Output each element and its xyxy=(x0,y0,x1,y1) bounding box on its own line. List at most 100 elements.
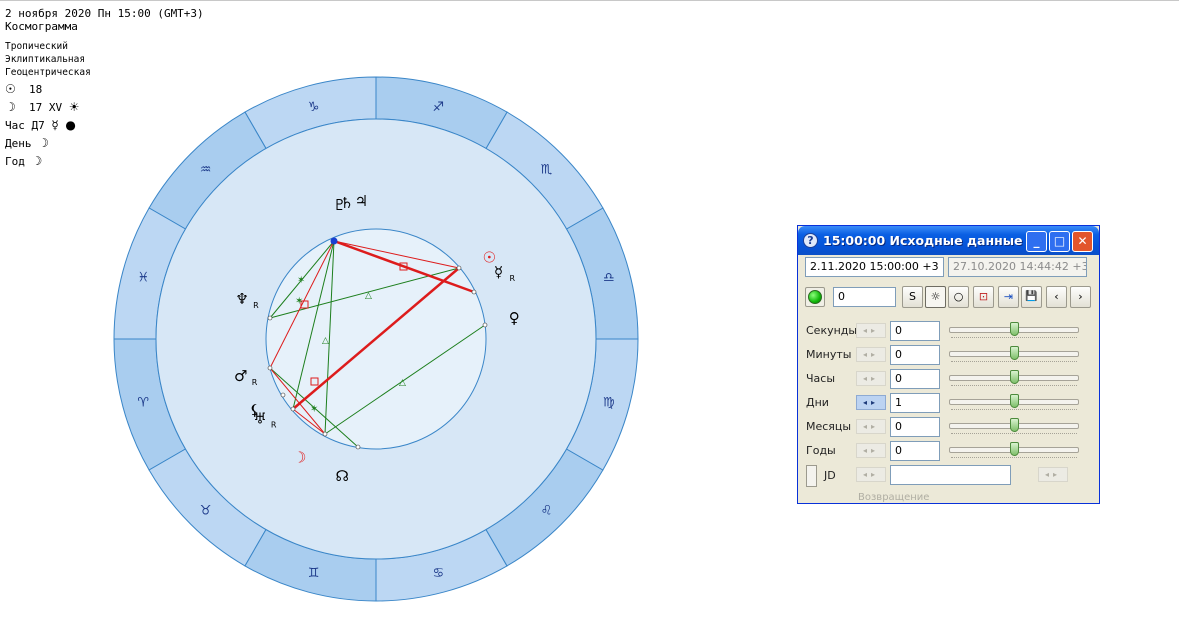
cosmogram-wheel[interactable]: ♑ ♐♏♎♍♌♋♊♉♈♓♒ △ △ △ ✶ ✶ ✶ ♇♄ ♃☉☿ R♀♆ R♂ … xyxy=(113,76,640,603)
hour-label: Час Д7 xyxy=(5,119,45,132)
slider-thumb[interactable] xyxy=(1009,370,1019,384)
planet-point xyxy=(267,315,273,321)
day-label: День xyxy=(5,137,32,150)
row-value-field[interactable]: 0 xyxy=(890,321,940,341)
row-slider[interactable] xyxy=(949,442,1079,458)
scorpio-icon: ♏ xyxy=(541,163,553,178)
slider-thumb[interactable] xyxy=(1009,418,1019,432)
slider-ticks xyxy=(951,385,1077,387)
slider-thumb[interactable] xyxy=(1009,346,1019,360)
source-data-dialog[interactable]: ? 15:00:00 Исходные данные _ □ ✕ 2.11.20… xyxy=(797,225,1100,504)
sun-icon: ☼ xyxy=(930,290,941,303)
pisces-icon: ♓ xyxy=(137,271,149,286)
planet-point xyxy=(355,444,361,450)
jd-spin-right[interactable]: ◂▸ xyxy=(1038,467,1068,482)
cancer-icon: ♋ xyxy=(433,566,445,581)
neptune-icon[interactable]: ♆ xyxy=(235,290,248,308)
gemini-icon: ♊ xyxy=(308,566,320,581)
maximize-button[interactable]: □ xyxy=(1049,231,1070,252)
row-value-field[interactable]: 0 xyxy=(890,417,940,437)
virgo-icon: ♍ xyxy=(603,395,615,410)
slider-ticks xyxy=(951,457,1077,459)
status-led-icon[interactable] xyxy=(808,290,822,304)
uranus-icon[interactable]: ♅ xyxy=(253,409,266,427)
row-slider[interactable] xyxy=(949,418,1079,434)
retrograde-mark: R xyxy=(271,420,277,429)
mars-icon[interactable]: ♂ xyxy=(234,367,247,385)
planet-point xyxy=(280,392,286,398)
libra-icon: ♎ xyxy=(603,271,615,286)
slider-thumb[interactable] xyxy=(1009,394,1019,408)
trine-aspect-icon: △ xyxy=(399,378,406,388)
close-button[interactable]: ✕ xyxy=(1072,231,1093,252)
row-slider[interactable] xyxy=(949,394,1079,410)
moon-icon: ☽ xyxy=(38,136,49,150)
slider-ticks xyxy=(951,337,1077,339)
date-field[interactable]: 2.11.2020 15:00:00 +3 xyxy=(805,257,944,277)
sun-button[interactable]: ☼ xyxy=(925,286,946,308)
row-spin-buttons[interactable]: ◂▸ xyxy=(856,347,886,362)
swap-icon: S xyxy=(909,290,916,303)
row-value-field[interactable]: 0 xyxy=(890,441,940,461)
minimize-button[interactable]: _ xyxy=(1026,231,1047,252)
row-spin-buttons[interactable]: ◂▸ xyxy=(856,419,886,434)
row-value-field[interactable]: 1 xyxy=(890,393,940,413)
export-icon: ⇥ xyxy=(1003,290,1014,303)
row-label: Часы xyxy=(806,372,836,385)
row-spin-buttons[interactable]: ◂▸ xyxy=(856,323,886,338)
slider-ticks xyxy=(951,433,1077,435)
reference-date-field[interactable]: 27.10.2020 14:44:42 +3 xyxy=(948,257,1087,277)
year-line: Год ☽ xyxy=(5,154,43,169)
moon-icon: ☽ xyxy=(31,154,43,168)
row-slider[interactable] xyxy=(949,370,1079,386)
row-value-field[interactable]: 0 xyxy=(890,345,940,365)
jd-field[interactable] xyxy=(890,465,1011,485)
venus-icon[interactable]: ♀ xyxy=(509,309,520,327)
sun-value: 18 xyxy=(29,83,43,96)
row-spin-buttons[interactable]: ◂▸ xyxy=(856,371,886,386)
row-slider[interactable] xyxy=(949,322,1079,338)
jd-toggle[interactable] xyxy=(806,465,817,487)
retrograde-mark: R xyxy=(509,274,515,283)
planet-point xyxy=(267,365,273,371)
jupiter-icon[interactable]: ♃ xyxy=(355,192,368,210)
save-button[interactable]: 💾 xyxy=(1021,286,1042,308)
prev-button[interactable]: ‹ xyxy=(1046,286,1067,308)
row-label: Дни xyxy=(806,396,829,409)
return-label: Возвращение xyxy=(858,492,930,503)
jd-spin[interactable]: ◂▸ xyxy=(856,467,886,482)
day-line: День ☽ xyxy=(5,136,49,151)
sun-line: ☉ 18 xyxy=(5,83,43,97)
row-label: Месяцы xyxy=(806,420,852,433)
sextile-aspect-icon: ✶ xyxy=(310,404,318,415)
circle-button[interactable]: ○ xyxy=(948,286,969,308)
star-icon: ☀ xyxy=(68,100,80,114)
sextile-aspect-icon: ✶ xyxy=(295,296,303,307)
slider-thumb[interactable] xyxy=(1009,442,1019,456)
slider-thumb[interactable] xyxy=(1009,322,1019,336)
row-slider[interactable] xyxy=(949,346,1079,362)
planet-point xyxy=(471,289,477,295)
planet-point xyxy=(290,406,296,412)
export-button[interactable]: ⇥ xyxy=(998,286,1019,308)
jd-label: JD xyxy=(824,469,836,482)
next-button[interactable]: › xyxy=(1070,286,1091,308)
dialog-titlebar[interactable]: ? 15:00:00 Исходные данные _ □ ✕ xyxy=(798,226,1099,255)
saturn-icon[interactable]: ♄ xyxy=(340,194,353,212)
row-value-field[interactable]: 0 xyxy=(890,369,940,389)
planet-point xyxy=(330,237,338,245)
row-spin-buttons[interactable]: ◂▸ xyxy=(856,443,886,458)
mercury-icon[interactable]: ☿ xyxy=(494,263,503,281)
north-node-icon[interactable]: ☊ xyxy=(335,467,348,485)
slider-ticks xyxy=(951,361,1077,363)
dialog-title: 15:00:00 Исходные данные xyxy=(823,233,1023,248)
counter-field[interactable]: 0 xyxy=(833,287,896,307)
row-spin-buttons[interactable]: ◂▸ xyxy=(856,395,886,410)
moon-icon[interactable]: ☽ xyxy=(293,448,306,466)
hour-line: Час Д7 ☿ ● xyxy=(5,119,76,133)
retrograde-mark: R xyxy=(253,301,259,310)
row-label: Годы xyxy=(806,444,836,457)
leo-icon: ♌ xyxy=(541,503,553,518)
target-button[interactable]: ⊡ xyxy=(973,286,994,308)
swap-button[interactable]: S xyxy=(902,286,923,308)
